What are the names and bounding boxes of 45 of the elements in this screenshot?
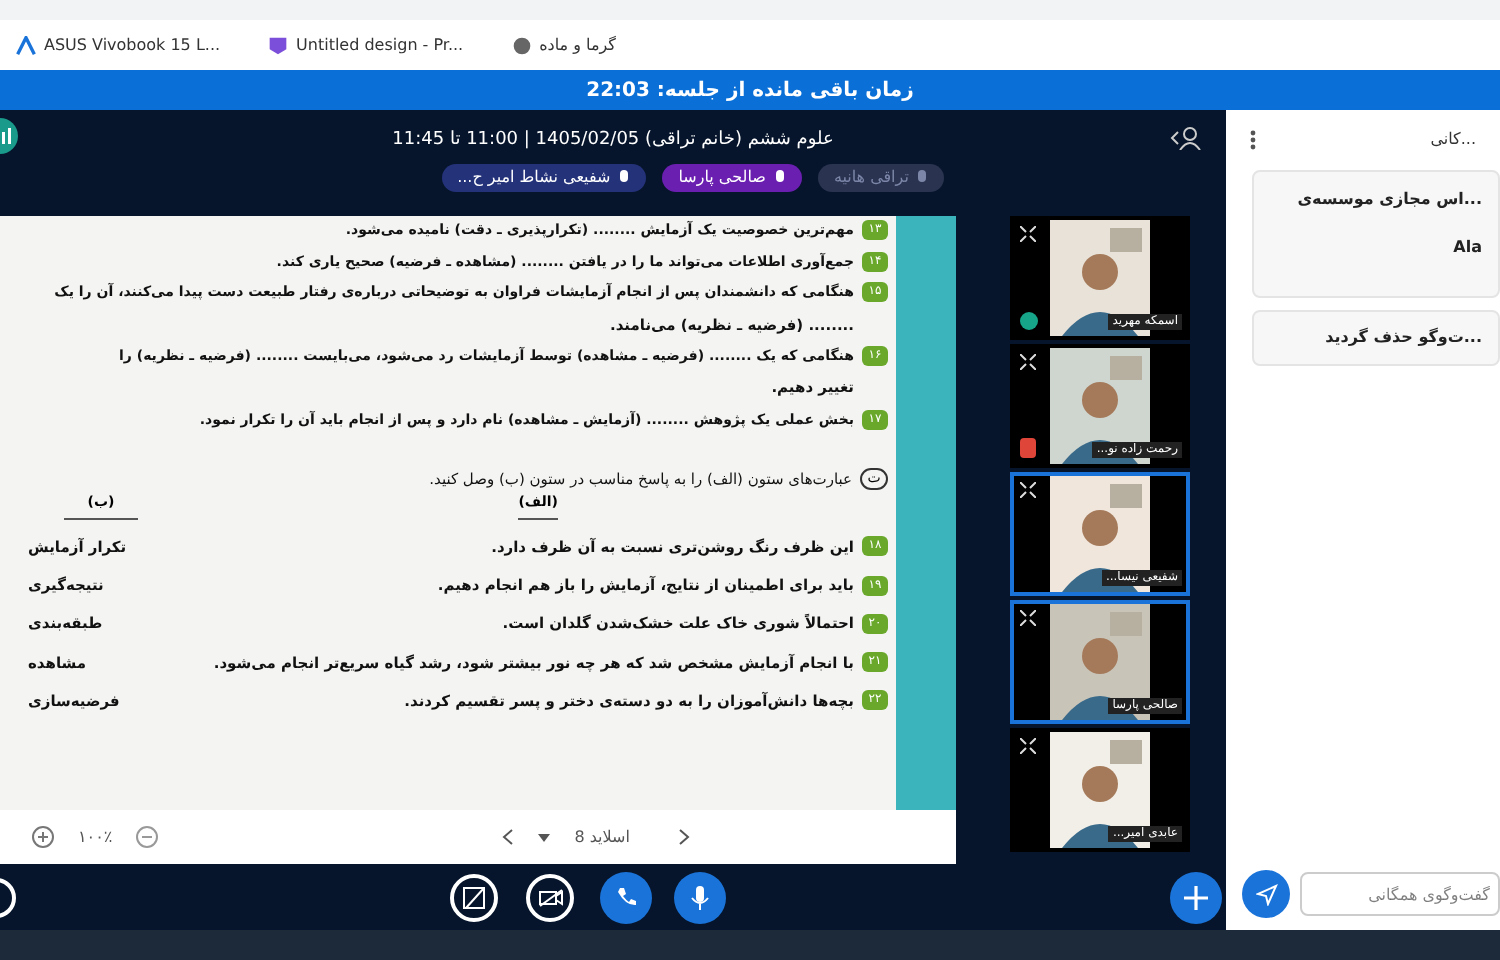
sender-name: Ala bbox=[1453, 236, 1482, 260]
time-banner: زمان باقی مانده از جلسه: 22:03 bbox=[0, 70, 1500, 110]
talker-indicator: صالحی پارسا bbox=[662, 163, 802, 192]
expand-icon[interactable] bbox=[1020, 482, 1036, 498]
microphone-button[interactable] bbox=[674, 871, 726, 923]
camera-button[interactable] bbox=[526, 873, 574, 921]
microphone-icon bbox=[690, 885, 710, 909]
chat-input[interactable]: گفت‌وگوی همگانی bbox=[1300, 872, 1500, 916]
user-icon[interactable] bbox=[1170, 126, 1202, 150]
shield-icon bbox=[268, 35, 289, 55]
chat-title: ...کانی bbox=[1430, 128, 1476, 152]
add-button[interactable] bbox=[1170, 871, 1222, 923]
bookmark[interactable]: ASUS Vivobook 15 L... bbox=[8, 33, 229, 57]
chevron-left-icon[interactable] bbox=[502, 828, 515, 846]
message-text: ...ت‌وگو حذف گردید bbox=[1325, 326, 1482, 350]
caret-down-icon[interactable] bbox=[538, 833, 551, 841]
talker-indicator: تراقی هانیه bbox=[817, 163, 945, 192]
send-icon bbox=[1255, 883, 1277, 905]
menu-icon[interactable] bbox=[1250, 130, 1256, 150]
microphone-icon bbox=[773, 169, 786, 186]
zoom-level: ۱۰۰٪ bbox=[78, 825, 113, 849]
expand-icon[interactable] bbox=[1020, 610, 1036, 626]
bookmark[interactable]: Untitled design - Pr... bbox=[260, 33, 472, 57]
phone-button[interactable] bbox=[600, 871, 652, 923]
session-title: علوم ششم (خانم تراقی) 1405/02/05 | 11:00 تا 11:45 bbox=[392, 128, 834, 155]
talker-indicator: شفیعی نشاط امیر ح... bbox=[441, 163, 647, 192]
phone-icon bbox=[615, 886, 637, 908]
letter-a-icon bbox=[16, 35, 36, 55]
expand-icon[interactable] bbox=[1020, 226, 1036, 242]
message-text: ...اس مجازی موسسه‌ی bbox=[1297, 188, 1482, 212]
microphone-icon bbox=[618, 169, 631, 186]
expand-icon[interactable] bbox=[1020, 354, 1036, 370]
bookmark[interactable]: گرما و ماده bbox=[503, 33, 624, 57]
screen-share-button[interactable] bbox=[450, 873, 498, 921]
slide-number[interactable]: اسلاید 8 bbox=[574, 825, 630, 849]
camera-off-icon bbox=[537, 887, 563, 907]
expand-icon[interactable] bbox=[1020, 738, 1036, 754]
zoom-out-icon[interactable] bbox=[136, 826, 159, 848]
screen-share-icon bbox=[462, 885, 486, 909]
plus-icon bbox=[1184, 885, 1208, 909]
chevron-right-icon[interactable] bbox=[677, 828, 690, 846]
globe-icon bbox=[511, 35, 532, 55]
send-button[interactable] bbox=[1242, 870, 1290, 918]
microphone-icon bbox=[916, 169, 929, 186]
zoom-in-icon[interactable] bbox=[32, 826, 54, 848]
